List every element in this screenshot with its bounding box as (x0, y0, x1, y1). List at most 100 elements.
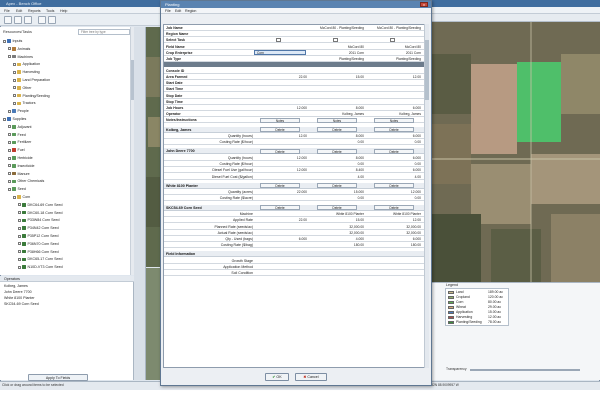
grid-cell[interactable] (254, 26, 308, 31)
expand-toggle-icon[interactable] (13, 195, 16, 199)
grid-cell[interactable]: 4.000 (311, 237, 365, 242)
grid-cell[interactable]: 2011 Corn (311, 51, 365, 56)
grid-cell[interactable]: 6.000 (254, 237, 308, 242)
tree-item[interactable]: Machines (8, 55, 33, 60)
tree-item[interactable]: Herbicide (8, 156, 33, 161)
grid-cell[interactable] (311, 87, 365, 92)
grid-cell[interactable]: 6.000 (368, 168, 422, 173)
ok-button[interactable]: ✔OK (265, 373, 289, 381)
expand-toggle-icon[interactable] (18, 211, 21, 215)
transparency-slider[interactable] (470, 369, 580, 371)
grid-cell[interactable]: Kolbeg, James (368, 112, 422, 117)
grid-cell[interactable] (311, 94, 365, 99)
tree-filter-input[interactable]: Filter tree by type (78, 29, 130, 35)
tree-item[interactable]: Supplies (3, 117, 26, 122)
grid-cell[interactable]: 32,000.00 (311, 231, 365, 236)
grid-cell[interactable]: 12.00 (254, 134, 308, 139)
menu-edit[interactable]: Edit (16, 9, 22, 13)
grid-cell[interactable]: White 8100 Planter (368, 212, 422, 217)
expand-toggle-icon[interactable] (13, 70, 16, 74)
tree-item[interactable]: P33W84 Corn Seed (18, 218, 59, 223)
grid-cell[interactable] (254, 94, 308, 99)
grid-cell[interactable]: 15.00 (311, 75, 365, 80)
grid-cell[interactable] (311, 32, 365, 37)
grid-cell[interactable] (368, 69, 422, 74)
dialog-menu-edit[interactable]: Edit (175, 9, 181, 13)
expand-toggle-icon[interactable] (8, 187, 11, 191)
tree-item[interactable]: N10D-VT3 Corn Seed (18, 265, 63, 270)
grid-cell[interactable] (368, 38, 422, 43)
delete-button[interactable]: Delete (260, 148, 300, 154)
expand-toggle-icon[interactable] (13, 94, 16, 98)
grid-scroll-thumb[interactable] (424, 40, 429, 100)
grid-cell[interactable]: 22.00 (254, 75, 308, 80)
grid-cell[interactable] (368, 94, 422, 99)
grid-cell[interactable] (254, 45, 308, 50)
grid-cell[interactable]: 12.00 (368, 75, 422, 80)
grid-cell[interactable] (254, 212, 308, 217)
tree-item[interactable]: Feed (8, 133, 26, 138)
legend-entry[interactable]: Harvesting 12.00 ac (448, 315, 501, 319)
tree-item[interactable]: P35P12 Corn Seed (18, 234, 58, 239)
grid-cell[interactable]: 0.00 (311, 196, 365, 201)
grid-cell[interactable]: 12.000 (368, 190, 422, 195)
open-icon[interactable] (14, 16, 22, 24)
grid-cell[interactable]: McCord 80 - Planting/Seeding (368, 26, 422, 31)
grid-cell[interactable] (311, 38, 365, 43)
grid-cell[interactable]: Planting/Seeding (311, 57, 365, 62)
grid-cell[interactable]: 32,000.00 (311, 225, 365, 230)
delete-button[interactable]: Delete (260, 205, 300, 211)
expand-toggle-icon[interactable] (8, 156, 11, 160)
grid-cell[interactable] (254, 225, 308, 230)
tree-item[interactable]: Planting/Seeding (13, 94, 50, 99)
grid-cell[interactable]: 4.00 (368, 175, 422, 180)
task-picker-icon[interactable] (276, 38, 281, 43)
delete-button[interactable]: Delete (374, 127, 414, 132)
new-icon[interactable] (4, 16, 12, 24)
delete-button[interactable]: Delete (260, 127, 300, 132)
expand-toggle-icon[interactable] (8, 109, 11, 113)
grid-cell[interactable] (254, 100, 308, 105)
tree-item[interactable]: Tractors (13, 101, 36, 106)
grid-cell[interactable] (311, 81, 365, 86)
crop-enterprise-select[interactable]: Corn (254, 50, 306, 56)
expand-toggle-icon[interactable] (18, 226, 21, 230)
grid-cell[interactable]: White 8100 Planter (311, 212, 365, 217)
expand-toggle-icon[interactable] (18, 218, 21, 222)
grid-cell[interactable] (254, 69, 308, 74)
expand-toggle-icon[interactable] (8, 140, 11, 144)
grid-cell[interactable]: 8.000 (311, 134, 365, 139)
tree-item[interactable]: Fuel (8, 148, 25, 153)
grid-cell[interactable]: 12.00 (368, 218, 422, 223)
grid-cell[interactable]: 32,000.00 (368, 225, 422, 230)
menu-reports[interactable]: Reports (28, 9, 41, 13)
grid-cell[interactable] (368, 100, 422, 105)
expand-toggle-icon[interactable] (8, 179, 11, 183)
dialog-menu-region[interactable]: Region (185, 9, 196, 13)
close-button[interactable]: x (420, 2, 428, 7)
save-icon[interactable] (24, 16, 32, 24)
tree-item[interactable]: Corn (13, 195, 30, 200)
grid-cell[interactable]: 8.400 (311, 168, 365, 173)
delete-button[interactable]: Delete (317, 127, 357, 132)
tree-item[interactable]: Inputs (3, 39, 22, 44)
expand-toggle-icon[interactable] (8, 148, 11, 152)
grid-cell[interactable]: 6.000 (368, 106, 422, 111)
grid-cell[interactable] (311, 100, 365, 105)
expand-toggle-icon[interactable] (8, 172, 11, 176)
expand-toggle-icon[interactable] (18, 234, 21, 238)
expand-toggle-icon[interactable] (8, 133, 11, 137)
expand-toggle-icon[interactable] (13, 101, 16, 105)
tree-item[interactable]: Seed (8, 187, 26, 192)
expand-toggle-icon[interactable] (13, 86, 16, 90)
grid-cell[interactable]: 12.000 (254, 106, 308, 111)
grid-cell[interactable]: 4.00 (311, 175, 365, 180)
grid-cell[interactable]: 32,000.00 (368, 231, 422, 236)
grid-cell[interactable] (254, 175, 308, 180)
grid-cell[interactable]: 22.00 (254, 218, 308, 223)
task-picker-icon[interactable] (333, 38, 338, 43)
delete-button[interactable]: Delete (317, 205, 357, 211)
grid-cell[interactable]: 0.00 (311, 162, 365, 167)
grid-cell[interactable]: 12.000 (254, 168, 308, 173)
grid-cell[interactable] (368, 87, 422, 92)
